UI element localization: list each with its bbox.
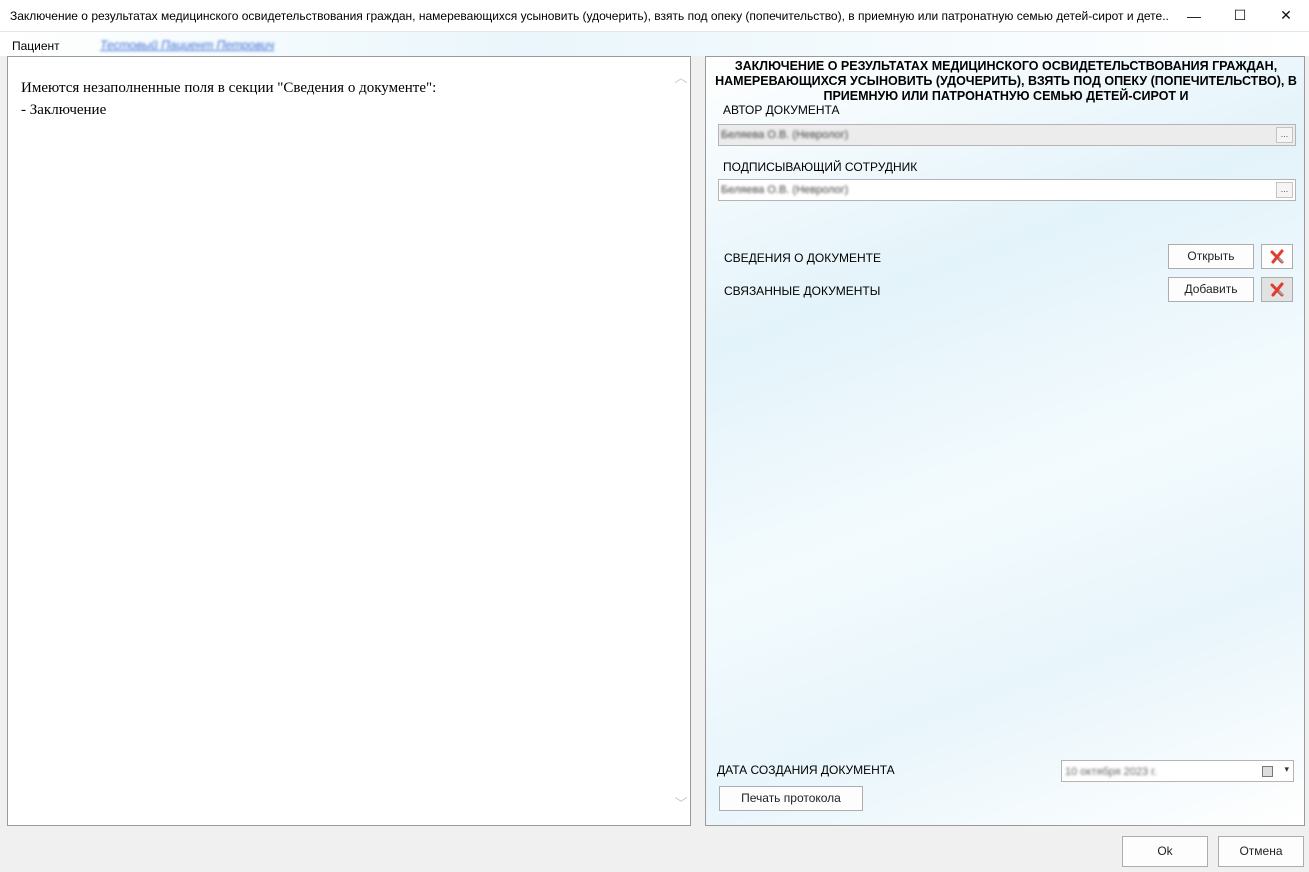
document-info-label: СВЕДЕНИЯ О ДОКУМЕНТЕ <box>724 251 881 265</box>
creation-date-value: 10 октября 2023 г. <box>1065 766 1157 778</box>
author-select-button[interactable]: ... <box>1276 127 1293 143</box>
print-protocol-button[interactable]: Печать протокола <box>719 786 863 811</box>
author-value: Беляева О.В. (Невролог) <box>721 129 849 141</box>
open-button[interactable]: Открыть <box>1168 244 1254 269</box>
patient-bar: Пациент Тестовый Пациент Петрович <box>0 32 1309 56</box>
delete-x-icon <box>1270 249 1284 264</box>
creation-date-label: ДАТА СОЗДАНИЯ ДОКУМЕНТА <box>717 763 895 777</box>
maximize-button[interactable]: ☐ <box>1217 0 1263 31</box>
calendar-icon[interactable] <box>1262 766 1273 777</box>
delete-related-documents-button[interactable] <box>1261 277 1293 302</box>
signer-value: Беляева О.В. (Невролог) <box>721 184 849 196</box>
delete-document-info-button[interactable] <box>1261 244 1293 269</box>
close-button[interactable]: ✕ <box>1263 0 1309 31</box>
related-documents-label: СВЯЗАННЫЕ ДОКУМЕНТЫ <box>724 284 881 298</box>
window-title: Заключение о результатах медицинского ос… <box>10 9 1170 23</box>
chevron-down-icon[interactable]: ▾ <box>1284 764 1289 775</box>
cancel-button[interactable]: Отмена <box>1218 836 1304 867</box>
scroll-down-icon[interactable]: ﹀ <box>674 797 688 811</box>
title-bar: Заключение о результатах медицинского ос… <box>0 0 1309 32</box>
document-form-panel: ЗАКЛЮЧЕНИЕ О РЕЗУЛЬТАТАХ МЕДИЦИНСКОГО ОС… <box>705 56 1305 826</box>
signer-select-button[interactable]: ... <box>1276 182 1293 198</box>
validation-message-panel: Имеются незаполненные поля в секции "Све… <box>7 56 691 826</box>
author-field[interactable]: Беляева О.В. (Невролог) ... <box>718 124 1296 146</box>
validation-message-item: - Заключение <box>21 102 107 118</box>
ok-button[interactable]: Ok <box>1122 836 1208 867</box>
add-button[interactable]: Добавить <box>1168 277 1254 302</box>
dialog-footer: Ok Отмена <box>0 832 1309 872</box>
signer-label: ПОДПИСЫВАЮЩИЙ СОТРУДНИК <box>723 160 918 174</box>
validation-message-line: Имеются незаполненные поля в секции "Све… <box>21 80 437 96</box>
delete-x-icon <box>1270 282 1284 297</box>
signer-field[interactable]: Беляева О.В. (Невролог) ... <box>718 179 1296 201</box>
validation-message: Имеются незаполненные поля в секции "Све… <box>21 77 436 121</box>
document-title: ЗАКЛЮЧЕНИЕ О РЕЗУЛЬТАТАХ МЕДИЦИНСКОГО ОС… <box>715 59 1297 103</box>
scroll-up-icon[interactable]: ︿ <box>674 71 688 85</box>
creation-date-picker[interactable]: 10 октября 2023 г. ▾ <box>1061 760 1294 782</box>
minimize-button[interactable]: — <box>1171 0 1217 31</box>
patient-name-link[interactable]: Тестовый Пациент Петрович <box>100 38 274 52</box>
patient-label: Пациент <box>12 39 60 53</box>
author-label: АВТОР ДОКУМЕНТА <box>723 103 840 117</box>
